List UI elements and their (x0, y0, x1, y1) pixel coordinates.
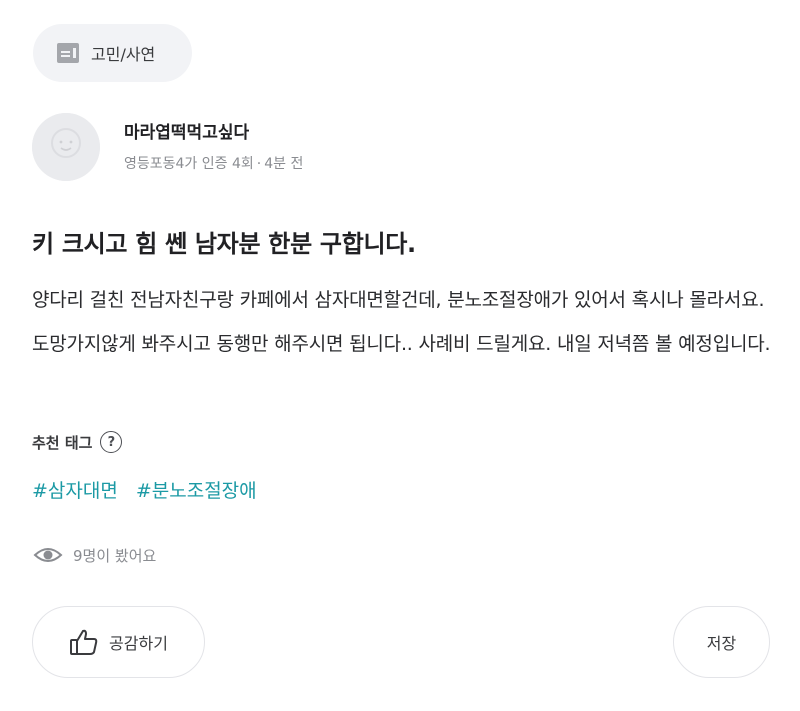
category-chip[interactable]: 고민/사연 (33, 24, 192, 82)
post-body: 양다리 걸친 전남자친구랑 카페에서 삼자대면할건데, 분노조절장애가 있어서 … (32, 289, 771, 355)
view-count: 9명이 봤어요 (33, 544, 156, 566)
save-label: 저장 (706, 634, 737, 653)
like-button[interactable]: 공감하기 (32, 606, 205, 678)
meta-separator: · (256, 155, 262, 172)
author-profile[interactable]: 마라엽떡먹고싶다 영등포동4가 인증 4회 · 4분 전 (32, 113, 303, 181)
like-label: 공감하기 (109, 634, 168, 653)
tag-item[interactable]: #분노조절장애 (136, 476, 257, 503)
help-icon[interactable]: ? (100, 431, 123, 453)
author-verification: 인증 4회 (201, 155, 254, 172)
list-board-icon (57, 43, 79, 63)
author-neighborhood: 영등포동4가 (124, 155, 198, 172)
eye-icon (33, 544, 63, 566)
posted-time: 4분 전 (264, 155, 304, 172)
save-button[interactable]: 저장 (673, 606, 770, 678)
default-avatar-icon[interactable] (32, 113, 100, 181)
view-count-text: 9명이 봤어요 (73, 546, 157, 565)
recommended-tags-label: 추천 태그 (32, 433, 93, 452)
category-label: 고민/사연 (91, 45, 156, 64)
tag-item[interactable]: #삼자대면 (32, 476, 118, 503)
tag-list: #삼자대면 #분노조절장애 (32, 476, 257, 503)
post-title: 키 크시고 힘 쎈 남자분 한분 구합니다. (32, 230, 416, 258)
post-meta: 영등포동4가 인증 4회 · 4분 전 (124, 153, 303, 173)
thumbs-up-icon (69, 627, 99, 657)
author-nickname[interactable]: 마라엽떡먹고싶다 (124, 118, 303, 143)
recommended-tags-header: 추천 태그 ? (32, 431, 123, 453)
